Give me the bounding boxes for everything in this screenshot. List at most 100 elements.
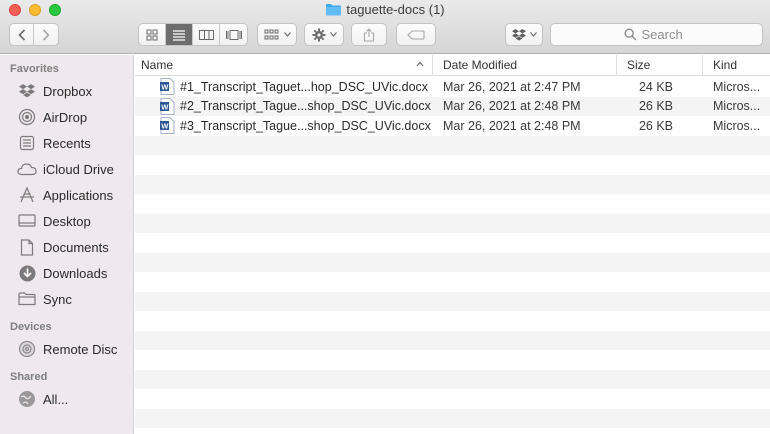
- chevron-left-icon: [17, 28, 25, 41]
- sidebar-item-icloud-drive[interactable]: iCloud Drive: [0, 156, 133, 182]
- tags-button[interactable]: [396, 23, 436, 46]
- file-name: #1_Transcript_Taguet...hop_DSC_UVic.docx: [180, 79, 429, 94]
- folder-icon: [17, 290, 37, 308]
- search-input[interactable]: [641, 27, 690, 42]
- disc-icon: [17, 340, 37, 358]
- sidebar-heading-favorites: Favorites: [10, 63, 59, 75]
- recents-icon: [17, 134, 37, 152]
- svg-text:W: W: [161, 83, 169, 92]
- empty-row: [135, 252, 770, 272]
- forward-button[interactable]: [34, 24, 58, 45]
- sidebar-item-remote-disc[interactable]: Remote Disc: [0, 336, 133, 362]
- column-header-kind[interactable]: Kind: [703, 55, 770, 76]
- group-icon: [264, 29, 278, 39]
- word-document-icon: W: [160, 97, 175, 115]
- share-icon: [363, 27, 375, 42]
- chevron-down-icon: [329, 32, 337, 37]
- file-size: 24 KB: [638, 79, 673, 94]
- sidebar-item-recents[interactable]: Recents: [0, 130, 133, 156]
- group-by-button[interactable]: [257, 23, 297, 46]
- empty-row: [135, 408, 770, 428]
- window-title-text: taguette-docs (1): [346, 2, 445, 17]
- list-header: Name Date Modified Size Kind: [135, 55, 770, 76]
- file-name: #2_Transcript_Tague...shop_DSC_UVic.docx: [180, 99, 431, 114]
- sidebar-item-label: Recents: [43, 135, 91, 151]
- file-row[interactable]: W #3_Transcript_Tague...shop_DSC_UVic.doc…: [135, 116, 770, 136]
- chevron-down-icon: [529, 32, 537, 37]
- word-document-icon: W: [160, 117, 175, 135]
- file-date: Mar 26, 2021 at 2:47 PM: [443, 79, 581, 94]
- file-size: 26 KB: [638, 99, 673, 114]
- sidebar-item-dropbox[interactable]: Dropbox: [0, 78, 133, 104]
- action-button[interactable]: [304, 23, 344, 46]
- word-document-icon: W: [160, 78, 175, 96]
- empty-row: [135, 194, 770, 214]
- file-row[interactable]: W #2_Transcript_Tague...shop_DSC_UVic.doc…: [135, 96, 770, 116]
- sidebar-item-airdrop[interactable]: AirDrop: [0, 104, 133, 130]
- empty-row: [135, 155, 770, 175]
- search-icon: [623, 28, 636, 41]
- column-header-label: Name: [141, 58, 174, 72]
- empty-row: [135, 311, 770, 331]
- sidebar-item-applications[interactable]: Applications: [0, 182, 133, 208]
- columns-icon: [198, 29, 214, 40]
- back-button[interactable]: [10, 24, 34, 45]
- file-date: Mar 26, 2021 at 2:48 PM: [443, 99, 581, 114]
- file-date: Mar 26, 2021 at 2:48 PM: [443, 118, 581, 133]
- desktop-icon: [17, 212, 37, 230]
- empty-row: [135, 233, 770, 253]
- sidebar-item-documents[interactable]: Documents: [0, 234, 133, 260]
- sidebar: Favorites Dropbox AirDrop Recents iCloud…: [0, 55, 134, 434]
- window-toolbar: taguette-docs (1): [0, 0, 770, 54]
- sidebar-item-all-shared[interactable]: All...: [0, 386, 133, 412]
- sidebar-item-label: Sync: [43, 291, 72, 307]
- file-kind: Micros...: [713, 99, 761, 114]
- column-header-size[interactable]: Size: [617, 55, 703, 76]
- column-header-label: Date Modified: [443, 58, 518, 72]
- sidebar-item-downloads[interactable]: Downloads: [0, 260, 133, 286]
- sidebar-item-label: Applications: [43, 187, 114, 203]
- empty-row: [135, 350, 770, 370]
- icloud-icon: [17, 160, 37, 178]
- sidebar-item-label: Dropbox: [43, 83, 93, 99]
- sidebar-item-desktop[interactable]: Desktop: [0, 208, 133, 234]
- sidebar-item-label: All...: [43, 391, 69, 407]
- empty-row: [135, 174, 770, 194]
- list-icon: [173, 29, 185, 41]
- sidebar-item-label: AirDrop: [43, 109, 88, 125]
- folder-icon: [326, 4, 342, 16]
- dropbox-icon: [17, 82, 37, 100]
- applications-icon: [17, 186, 37, 204]
- airdrop-icon: [17, 108, 37, 126]
- window-title: taguette-docs (1): [0, 2, 770, 17]
- sidebar-item-label: Documents: [43, 239, 109, 255]
- empty-row: [135, 330, 770, 350]
- sidebar-item-sync[interactable]: Sync: [0, 286, 133, 312]
- search-field[interactable]: [550, 23, 763, 46]
- svg-text:W: W: [161, 122, 169, 131]
- downloads-icon: [17, 264, 37, 282]
- empty-row: [135, 272, 770, 292]
- list-view-button[interactable]: [166, 24, 193, 45]
- sidebar-heading-devices: Devices: [10, 321, 52, 333]
- gear-icon: [312, 28, 325, 41]
- file-row[interactable]: W #1_Transcript_Taguet...hop_DSC_UVic.doc…: [135, 77, 770, 97]
- empty-row: [135, 369, 770, 389]
- dropbox-toolbar-button[interactable]: [505, 23, 543, 46]
- gallery-view-button[interactable]: [220, 24, 247, 45]
- file-rows: W #1_Transcript_Taguet...hop_DSC_UVic.doc…: [135, 77, 770, 434]
- file-kind: Micros...: [713, 79, 761, 94]
- column-header-date-modified[interactable]: Date Modified: [433, 55, 617, 76]
- tag-icon: [407, 29, 425, 40]
- icon-view-button[interactable]: [139, 24, 166, 45]
- column-view-button[interactable]: [193, 24, 220, 45]
- chevron-down-icon: [283, 32, 291, 37]
- sidebar-item-label: Remote Disc: [43, 341, 118, 357]
- file-name: #3_Transcript_Tague...shop_DSC_UVic.docx: [180, 118, 431, 133]
- share-button[interactable]: [351, 23, 387, 46]
- empty-row: [135, 291, 770, 311]
- view-mode-control: [138, 23, 248, 46]
- empty-row: [135, 389, 770, 409]
- column-header-name[interactable]: Name: [135, 55, 433, 76]
- svg-text:W: W: [161, 102, 169, 111]
